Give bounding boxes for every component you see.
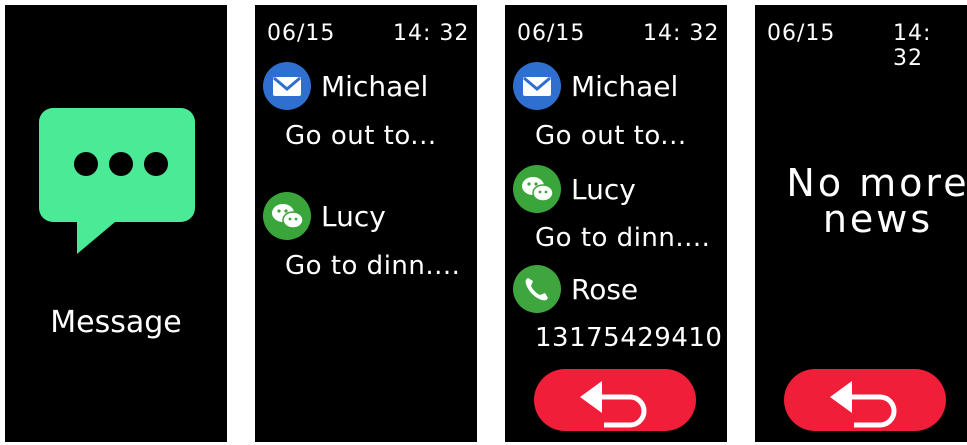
status-time: 14: 32 [893,21,932,71]
email-icon [263,62,311,110]
message-preview: Go to dinn.... [285,251,461,281]
message-preview: Go out to... [535,121,687,151]
phone-number: 13175429410 [535,323,723,353]
phone-icon [513,265,561,313]
screen-message-app: Message [5,5,227,442]
screen-no-more-news: 06/15 14: 32 No more news [755,5,967,442]
notification-item[interactable]: Michael [263,60,428,112]
app-label: Message [50,305,182,340]
status-date: 06/15 [517,21,586,46]
notification-item[interactable]: Rose [513,263,638,315]
sender-name: Lucy [321,199,386,233]
empty-line-1: No more [786,161,967,205]
back-arrow-icon [830,381,897,428]
status-date: 06/15 [267,21,336,46]
notification-item[interactable]: Michael [513,60,678,112]
back-arrow-icon [580,381,647,428]
message-preview: Go out to... [285,121,437,151]
empty-state-message: No more news [763,161,967,241]
sender-name: Michael [571,69,679,103]
notification-item[interactable]: Lucy [263,190,386,242]
message-preview: Go to dinn.... [535,223,711,253]
screen-notifications-2: 06/15 14: 32 Michael Go out to... Lucy G… [255,5,477,442]
sender-name: Rose [571,272,639,306]
sender-name: Lucy [571,172,636,206]
back-button[interactable] [784,369,946,431]
notification-item[interactable]: Lucy [513,163,636,215]
empty-line-2: news [822,197,934,241]
status-date: 06/15 [767,21,836,46]
wechat-icon [513,165,561,213]
email-icon [513,62,561,110]
message-bubble-icon[interactable] [39,108,195,258]
status-time: 14: 32 [643,21,720,46]
screen-notifications-3: 06/15 14: 32 Michael Go out to... Lucy G… [505,5,727,442]
sender-name: Michael [321,69,429,103]
wechat-icon [263,192,311,240]
back-button[interactable] [534,369,696,431]
status-time: 14: 32 [393,21,470,46]
